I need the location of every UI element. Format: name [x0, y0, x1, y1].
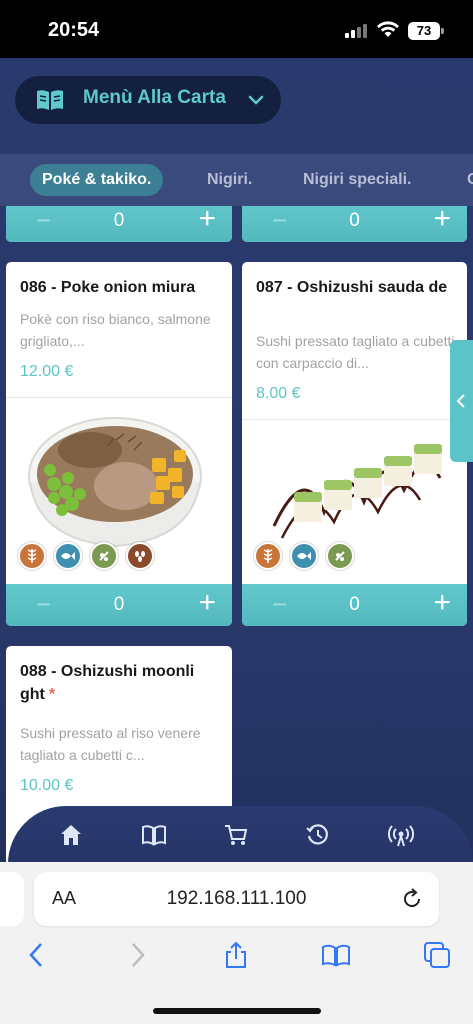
- divider: [242, 419, 467, 420]
- required-marker: *: [48, 686, 56, 703]
- book-icon: [37, 90, 63, 110]
- tab-poke-takiko[interactable]: Poké & takiko.: [30, 164, 164, 196]
- product-card-087[interactable]: 087 - Oshizushi sauda de Sushi pressato …: [242, 262, 467, 626]
- address-bar[interactable]: AA 192.168.111.100: [34, 872, 439, 926]
- quantity-stepper: − 0 +: [242, 206, 467, 242]
- status-time: 20:54: [48, 19, 100, 41]
- cart-icon[interactable]: [223, 822, 249, 848]
- product-card-086[interactable]: 086 - Poke onion miura Pokè con riso bia…: [6, 262, 232, 626]
- quantity-stepper: − 0 +: [6, 584, 232, 626]
- fish-icon: [290, 542, 318, 570]
- menu-selector-dropdown[interactable]: Menù Alla Carta: [15, 76, 281, 124]
- poke-bowl-image: [28, 417, 202, 548]
- soy-icon: [326, 542, 354, 570]
- product-price: 12.00 €: [20, 363, 74, 380]
- decrease-button[interactable]: −: [272, 206, 287, 234]
- allergen-icons: [18, 542, 154, 570]
- url-text: 192.168.111.100: [166, 888, 307, 909]
- wheat-icon: [18, 542, 46, 570]
- side-drawer-handle[interactable]: [450, 340, 473, 462]
- increase-button[interactable]: +: [433, 206, 451, 235]
- home-icon[interactable]: [58, 822, 84, 848]
- quantity-value: 0: [349, 210, 360, 231]
- tab-nigiri[interactable]: Nigiri.: [207, 164, 252, 196]
- product-description: Sushi pressato al riso venere tagliato a…: [20, 725, 201, 763]
- quantity-value: 0: [113, 210, 125, 231]
- browser-toolbar: AA 192.168.111.100: [0, 862, 473, 1024]
- product-price: 8.00 €: [256, 385, 301, 402]
- chevron-down-icon: [248, 95, 264, 105]
- home-indicator: [153, 1008, 321, 1014]
- fish-icon: [54, 542, 82, 570]
- tab-next[interactable]: C: [467, 164, 473, 196]
- product-title: 086 - Poke onion miura: [20, 279, 196, 296]
- battery-indicator: 73: [408, 22, 444, 40]
- reload-icon[interactable]: [399, 886, 425, 912]
- decrease-button[interactable]: −: [272, 590, 287, 618]
- menu-book-icon[interactable]: [141, 822, 167, 848]
- product-title-text: 088 - Oshizushi moonli ght: [20, 663, 195, 703]
- quantity-stepper: − 0 +: [242, 584, 467, 626]
- history-icon[interactable]: [305, 822, 331, 848]
- tab-nigiri-speciali[interactable]: Nigiri speciali.: [303, 164, 411, 196]
- status-bar: 20:54 73: [0, 0, 473, 58]
- previous-product-card: − 0 +: [242, 206, 467, 242]
- share-icon[interactable]: [221, 940, 251, 970]
- product-title: 087 - Oshizushi sauda de: [256, 279, 448, 296]
- previous-product-card: − 0 +: [6, 206, 232, 242]
- bookmarks-icon[interactable]: [321, 940, 351, 970]
- decrease-button[interactable]: −: [36, 206, 51, 234]
- chevron-left-icon: [456, 394, 465, 408]
- tabs-icon[interactable]: [422, 940, 452, 970]
- previous-tab-preview[interactable]: [0, 872, 24, 926]
- back-icon[interactable]: [22, 940, 52, 970]
- cellular-signal-icon: [345, 24, 367, 38]
- sesame-icon: [126, 542, 154, 570]
- bottom-navigation: [8, 806, 473, 866]
- product-description: Pokè con riso bianco, salmone grigliato,…: [20, 311, 211, 349]
- forward-icon[interactable]: [122, 940, 152, 970]
- increase-button[interactable]: +: [198, 206, 216, 235]
- soy-icon: [90, 542, 118, 570]
- broadcast-icon[interactable]: [388, 822, 414, 848]
- product-description: Sushi pressato tagliato a cubetti con ca…: [256, 333, 455, 371]
- divider: [6, 397, 232, 398]
- product-price: 10.00 €: [20, 777, 74, 794]
- product-title: 088 - Oshizushi moonli ght *: [20, 660, 220, 706]
- category-tabs: Poké & takiko. Nigiri. Nigiri speciali. …: [0, 154, 473, 206]
- increase-button[interactable]: +: [198, 587, 216, 619]
- allergen-icons: [254, 542, 354, 570]
- quantity-value: 0: [113, 594, 125, 615]
- oshizushi-image: [272, 444, 442, 539]
- wifi-icon: [377, 21, 399, 37]
- wheat-icon: [254, 542, 282, 570]
- increase-button[interactable]: +: [433, 587, 451, 619]
- menu-selector-label: Menù Alla Carta: [83, 87, 226, 108]
- quantity-stepper: − 0 +: [6, 206, 232, 242]
- quantity-value: 0: [349, 594, 360, 615]
- decrease-button[interactable]: −: [36, 590, 51, 618]
